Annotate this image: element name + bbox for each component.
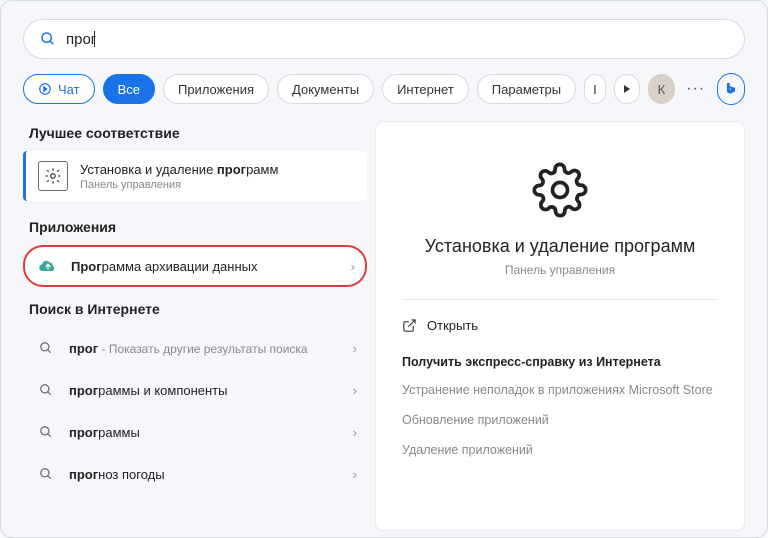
filter-all-label: Все (118, 82, 140, 97)
filter-truncated-label: І (593, 82, 597, 97)
ellipsis-icon: ··· (686, 80, 705, 98)
filter-documents-label: Документы (292, 82, 359, 97)
filter-apps-label: Приложения (178, 82, 254, 97)
help-link-2[interactable]: Удаление приложений (402, 443, 718, 457)
filter-chat-label: Чат (58, 82, 80, 97)
results-panel: Лучшее соответствие Установка и удаление… (23, 121, 375, 531)
web-result-label: программы (69, 425, 341, 440)
chevron-right-icon: › (353, 425, 357, 440)
more-button[interactable]: ··· (683, 74, 709, 104)
web-result-1[interactable]: программы и компоненты › (23, 369, 367, 411)
help-link-0[interactable]: Устранение неполадок в приложениях Micro… (402, 383, 718, 397)
preview-subtitle: Панель управления (402, 263, 718, 277)
best-match-item[interactable]: Установка и удаление программ Панель упр… (23, 151, 367, 201)
preview-panel: Установка и удаление программ Панель упр… (375, 121, 745, 531)
search-box[interactable]: прог (23, 19, 745, 59)
filter-documents[interactable]: Документы (277, 74, 374, 104)
play-icon (622, 84, 632, 94)
filter-settings-label: Параметры (492, 82, 561, 97)
divider (402, 299, 718, 300)
filter-internet[interactable]: Интернет (382, 74, 469, 104)
apps-header: Приложения (29, 219, 367, 235)
filter-bar: Чат Все Приложения Документы Интернет Па… (23, 73, 745, 105)
web-result-2[interactable]: программы › (23, 411, 367, 453)
chevron-right-icon: › (353, 467, 357, 482)
preview-gear-icon (402, 162, 718, 218)
filter-all[interactable]: Все (103, 74, 155, 104)
web-result-0[interactable]: прог - Показать другие результаты поиска… (23, 327, 367, 369)
filter-chat[interactable]: Чат (23, 74, 95, 104)
web-result-label: программы и компоненты (69, 383, 341, 398)
gear-icon (38, 161, 68, 191)
web-result-label: прогноз погоды (69, 467, 341, 482)
chevron-right-icon: › (353, 383, 357, 398)
help-link-1[interactable]: Обновление приложений (402, 413, 718, 427)
web-result-label: прог - Показать другие результаты поиска (69, 341, 341, 356)
open-action[interactable]: Открыть (402, 314, 718, 337)
filter-internet-label: Интернет (397, 82, 454, 97)
help-header: Получить экспресс-справку из Интернета (402, 355, 718, 369)
chevron-right-icon: › (353, 341, 357, 356)
open-icon (402, 318, 417, 333)
cloud-upload-icon (37, 255, 59, 277)
preview-title: Установка и удаление программ (402, 236, 718, 257)
best-match-header: Лучшее соответствие (29, 125, 367, 141)
best-match-text: Установка и удаление программ Панель упр… (80, 162, 278, 191)
filter-scroll-right[interactable] (614, 74, 641, 104)
avatar-initial: К (658, 82, 666, 97)
bing-chat-icon (38, 82, 52, 96)
app-result-label: Программа архивации данных (71, 259, 339, 274)
bing-button[interactable] (717, 73, 745, 105)
bing-icon (723, 81, 739, 97)
search-icon (35, 379, 57, 401)
user-avatar[interactable]: К (648, 74, 674, 104)
open-label: Открыть (427, 318, 478, 333)
search-icon (35, 421, 57, 443)
chevron-right-icon: › (351, 259, 355, 274)
filter-settings[interactable]: Параметры (477, 74, 576, 104)
web-header: Поиск в Интернете (29, 301, 367, 317)
web-result-3[interactable]: прогноз погоды › (23, 453, 367, 495)
search-icon (35, 463, 57, 485)
search-icon (35, 337, 57, 359)
app-result-archive[interactable]: Программа архивации данных › (23, 245, 367, 287)
filter-truncated[interactable]: І (584, 74, 606, 104)
filter-apps[interactable]: Приложения (163, 74, 269, 104)
